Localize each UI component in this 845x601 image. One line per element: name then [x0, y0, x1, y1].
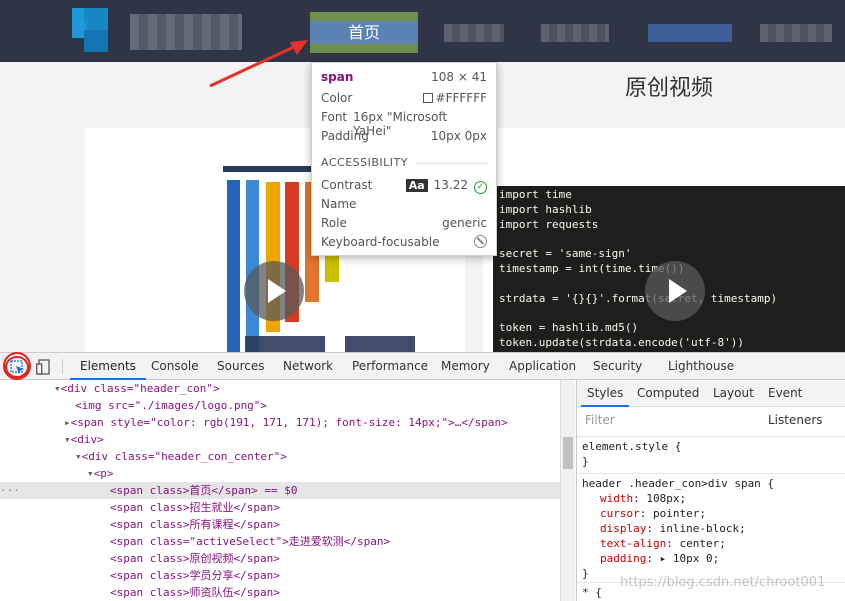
watermark: https://blog.csdn.net/chroot001 — [620, 575, 826, 590]
tab-sources[interactable]: Sources — [217, 353, 264, 380]
dom-node-selected[interactable]: ··· <span class>首页</span> == $0 — [0, 482, 575, 499]
css-prop-name[interactable]: cursor — [600, 507, 640, 520]
tab-console[interactable]: Console — [151, 353, 199, 380]
play-icon[interactable] — [244, 261, 304, 321]
nav-item-blurred[interactable] — [760, 24, 832, 42]
dom-node[interactable]: ▾<p> — [0, 465, 575, 482]
element-style-rule: element.style { } — [577, 436, 845, 471]
tooltip-color-label: Color — [321, 91, 353, 105]
nav-item-home[interactable]: 首页 — [310, 12, 418, 53]
code-line: import time — [499, 188, 572, 201]
css-prop-value[interactable]: inline-block; — [660, 522, 746, 535]
dom-node[interactable]: ▸<span style="color: rgb(191, 171, 171);… — [0, 414, 575, 431]
dom-node[interactable]: <img src="./images/logo.png"> — [0, 397, 575, 414]
tab-network[interactable]: Network — [283, 353, 333, 380]
css-prop-name[interactable]: text-align — [600, 537, 666, 550]
tab-memory[interactable]: Memory — [441, 353, 490, 380]
site-logo-blurred[interactable] — [72, 8, 108, 52]
tooltip-tag: span — [321, 70, 354, 84]
tab-computed[interactable]: Computed — [637, 380, 699, 407]
tab-styles[interactable]: Styles — [581, 380, 630, 407]
color-swatch-icon — [422, 93, 433, 103]
tab-lighthouse[interactable]: Lighthouse — [668, 353, 734, 380]
styles-pane: Styles Computed Layout Event Listeners F… — [576, 380, 845, 601]
tooltip-role-label: Role — [321, 216, 347, 230]
styles-tabbar: Styles Computed Layout Event Listeners — [577, 380, 845, 427]
css-prop-value[interactable]: pointer; — [653, 507, 706, 520]
devtools-tabbar: Elements Console Sources Network Perform… — [0, 353, 845, 380]
inspect-tooltip: span 108 × 41 Color #FFFFFF Font 16px "M… — [311, 62, 497, 256]
nav-item-blurred[interactable] — [444, 24, 504, 42]
section-title: 原创视频 — [625, 76, 714, 101]
tooltip-padding-value: 10px 0px — [430, 129, 487, 143]
css-selector[interactable]: header .header_con>div span { — [582, 476, 841, 491]
nav-item-blurred[interactable] — [541, 24, 609, 42]
tooltip-role-value: generic — [442, 216, 487, 230]
css-prop-name[interactable]: padding — [600, 552, 646, 565]
site-header: 首页 — [0, 0, 845, 62]
code-line: import hashlib — [499, 202, 592, 216]
tooltip-focusable-label: Keyboard-focusable — [321, 235, 440, 249]
play-icon[interactable] — [645, 261, 705, 321]
tooltip-color-value: #FFFFFF — [422, 91, 487, 105]
code-line: secret = 'same-sign' — [499, 247, 632, 261]
site-name-blurred — [130, 14, 242, 50]
tab-security[interactable]: Security — [593, 353, 642, 380]
nav-item-blurred[interactable] — [648, 24, 732, 42]
css-rule: header .header_con>div span { width: 108… — [577, 473, 845, 583]
dom-node[interactable]: <span class>所有课程</span> — [0, 516, 575, 533]
tooltip-contrast-label: Contrast — [321, 178, 373, 192]
dom-node[interactable]: <span class>原创视频</span> — [0, 550, 575, 567]
tab-event-listeners[interactable]: Event Listeners — [768, 380, 845, 427]
device-toolbar-icon[interactable] — [36, 359, 50, 375]
check-icon: ✓ — [474, 181, 487, 194]
css-prop-name[interactable]: width — [600, 492, 633, 505]
tab-elements[interactable]: Elements — [70, 353, 146, 380]
tab-performance[interactable]: Performance — [352, 353, 428, 380]
dom-node[interactable]: <span class="activeSelect">走进爱软测</span> — [0, 533, 575, 550]
css-prop-value[interactable]: center; — [679, 537, 725, 550]
dom-node[interactable]: ▾<div> — [0, 431, 575, 448]
dom-node[interactable]: ▾<div class="header_con"> — [0, 380, 575, 397]
css-prop-name[interactable]: display — [600, 522, 646, 535]
tooltip-contrast-value: Aa 13.22 ✓ — [405, 178, 487, 194]
dom-node[interactable]: <span class>师资队伍</span> — [0, 584, 575, 601]
cursor-select-icon — [10, 360, 24, 374]
css-prop-value[interactable]: ▸ 10px 0; — [660, 552, 720, 565]
code-line: token = hashlib.md5() — [499, 321, 639, 335]
tooltip-size: 108 × 41 — [431, 70, 487, 84]
dom-tree: ▾<div class="header_con"> <img src="./im… — [0, 380, 575, 601]
dom-node[interactable]: <span class>学员分享</span> — [0, 567, 575, 584]
code-line: token.update(strdata.encode('utf-8')) — [499, 335, 745, 349]
tooltip-accessibility-heading: ACCESSIBILITY — [321, 156, 408, 169]
css-prop-value[interactable]: 108px; — [646, 492, 686, 505]
tab-application[interactable]: Application — [509, 353, 576, 380]
code-line: import requests — [499, 217, 599, 231]
devtools-panel: Elements Console Sources Network Perform… — [0, 352, 845, 601]
tooltip-name-label: Name — [321, 197, 357, 211]
tooltip-padding-label: Padding — [321, 129, 369, 143]
not-allowed-icon — [474, 235, 487, 248]
styles-filter-input[interactable]: Filter — [585, 413, 615, 427]
dom-node[interactable]: <span class>招生就业</span> — [0, 499, 575, 516]
inspect-element-button[interactable] — [5, 356, 29, 378]
scrollbar-thumb[interactable] — [563, 437, 573, 469]
dom-node[interactable]: ▾<div class="header_con_center"> — [0, 448, 575, 465]
dom-scrollbar[interactable] — [560, 380, 575, 601]
tab-layout[interactable]: Layout — [713, 380, 754, 407]
